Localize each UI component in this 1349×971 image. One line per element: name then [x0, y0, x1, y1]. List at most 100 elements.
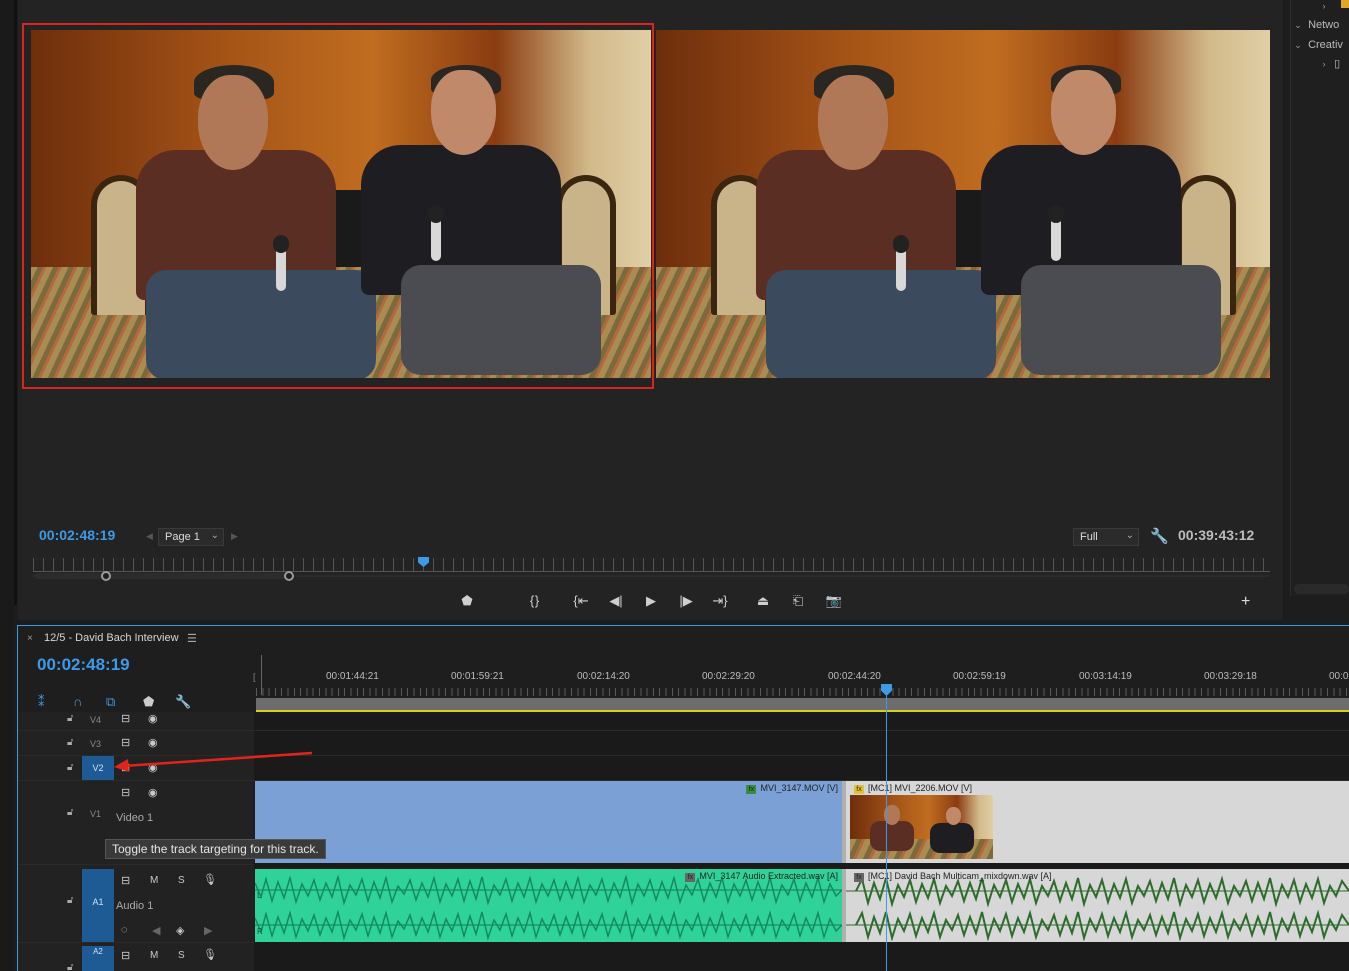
lift-icon[interactable]: ⏏	[752, 592, 774, 610]
next-keyframe-icon[interactable]: ▶	[204, 924, 212, 937]
fx-badge: fx	[746, 785, 757, 794]
chevron-right-icon[interactable]: ›	[1317, 1, 1331, 11]
sync-lock-icon[interactable]: ⊟	[121, 874, 130, 887]
video-clip[interactable]: fx MVI_3147.MOV [V]	[255, 781, 842, 863]
solo-button[interactable]: S	[178, 875, 185, 886]
track-id-v3[interactable]: V3	[90, 739, 112, 749]
go-to-in-icon[interactable]: {⇤	[570, 592, 592, 610]
lock-icon[interactable]: 🔓︎	[67, 895, 73, 906]
chevron-down-icon[interactable]: ⌄	[1291, 40, 1305, 51]
camera-icon[interactable]: 📷	[823, 592, 845, 610]
track-id-v4[interactable]: V4	[90, 715, 112, 725]
video-frame-left	[31, 30, 651, 378]
play-icon[interactable]: ▶	[640, 592, 662, 610]
playhead-timecode[interactable]: 00:02:48:19	[39, 527, 115, 543]
project-panel: › ⌄ Netwo ⌄ Creativ › ▯	[1290, 0, 1349, 596]
chevron-down-icon: ⌄	[210, 530, 219, 541]
multicam-audio-clip[interactable]: fx [MC1] David Bach Multicam_mixdown.wav …	[846, 869, 1349, 942]
audio-clip[interactable]: L fx MVI_3147 Audio Extracted.wav [A] R	[255, 869, 842, 942]
page-prev-arrow-icon[interactable]: ◀	[146, 531, 153, 542]
track-target-tooltip: Toggle the track targeting for this trac…	[105, 839, 326, 859]
close-icon[interactable]: ×	[27, 633, 33, 644]
track-name-audio1: Audio 1	[116, 900, 154, 912]
ruler-label: 00:02:14:20	[577, 671, 630, 682]
zoom-scroll-bar[interactable]	[35, 571, 294, 581]
multicam-video-clip[interactable]: fx [MC1] MVI_2206.MOV [V]	[846, 781, 1349, 863]
duration-timecode: 00:39:43:12	[1178, 527, 1255, 543]
eye-icon[interactable]: ◉	[148, 712, 158, 725]
plus-icon[interactable]: +	[1241, 593, 1250, 611]
timeline-playhead-line	[886, 696, 887, 971]
prev-keyframe-icon[interactable]: ◀	[152, 924, 160, 937]
eye-icon[interactable]: ◉	[148, 786, 158, 799]
ruler-label: 00:02:44:20	[828, 671, 881, 682]
audio-waveform-right	[255, 909, 842, 941]
extract-icon[interactable]: ⎗	[787, 592, 809, 610]
track-id-v1[interactable]: V1	[90, 809, 112, 819]
chevron-right-icon[interactable]: ›	[1317, 59, 1331, 69]
nest-toggle-icon[interactable]: ⁑	[38, 694, 45, 710]
panel-divider[interactable]	[14, 0, 17, 605]
program-monitor	[18, 0, 1283, 620]
folder-row-creative[interactable]: ⌄ Creativ	[1291, 39, 1343, 51]
microphone-icon[interactable]: 🎙︎	[203, 873, 217, 886]
volume-knob-icon[interactable]: ◌	[121, 924, 128, 936]
ruler-label: 00:03:29:18	[1204, 671, 1257, 682]
folder-row-network[interactable]: ⌄ Netwo	[1291, 19, 1339, 31]
page-select[interactable]: Page 1 ⌄	[158, 528, 224, 546]
sync-lock-icon[interactable]: ⊟	[121, 786, 130, 799]
lock-icon[interactable]: 🔓︎	[67, 737, 73, 748]
lock-icon[interactable]: 🔓︎	[67, 713, 73, 724]
microphone-icon[interactable]: 🎙︎	[203, 948, 217, 961]
track-target-a1[interactable]: A1	[82, 869, 114, 942]
resolution-select[interactable]: Full ⌄	[1073, 528, 1139, 546]
clip-label: fx MVI_3147 Audio Extracted.wav [A]	[685, 871, 838, 882]
step-back-icon[interactable]: ◀|	[605, 592, 627, 610]
chevron-down-icon[interactable]: ⌄	[1291, 20, 1305, 31]
clip-label: fx [MC1] MVI_2206.MOV [V]	[854, 783, 972, 794]
sync-lock-icon[interactable]: ⊟	[121, 949, 130, 962]
lock-icon[interactable]: 🔓︎	[67, 762, 73, 773]
page-next-arrow-icon[interactable]: ▶	[231, 531, 238, 542]
resolution-value: Full	[1080, 531, 1098, 543]
ruler-label: 00:02:29:20	[702, 671, 755, 682]
lock-icon[interactable]: 🔓︎	[67, 962, 73, 971]
snap-magnet-icon[interactable]: ∩	[73, 694, 82, 709]
mark-out-icon[interactable]: }	[526, 592, 548, 610]
monitor-time-ruler[interactable]	[33, 558, 1270, 572]
add-marker-icon[interactable]: ⬟	[143, 694, 154, 710]
ruler-label: 00:01:59:21	[451, 671, 504, 682]
solo-button[interactable]: S	[178, 950, 185, 961]
sync-lock-icon[interactable]: ⊟	[121, 712, 130, 725]
step-forward-icon[interactable]: |▶	[675, 592, 697, 610]
zoom-handle-left[interactable]	[101, 571, 111, 581]
audio-waveform-right	[846, 909, 1349, 941]
fx-badge: fx	[854, 785, 864, 794]
file-icon: ▯	[1334, 58, 1341, 70]
hamburger-menu-icon[interactable]: ☰	[187, 632, 197, 645]
clip-thumbnail	[850, 795, 993, 859]
channel-l-label: L	[257, 891, 262, 900]
track-id-a2: A2	[93, 947, 103, 956]
marker-icon[interactable]: ⬟	[456, 592, 478, 610]
go-to-out-icon[interactable]: ⇥}	[709, 592, 731, 610]
fx-badge: fx	[685, 873, 696, 882]
settings-wrench-icon[interactable]: 🔧	[1150, 527, 1169, 545]
ruler-label: 00:01:44:21	[326, 671, 379, 682]
premiere-workspace: 00:02:48:19 ◀ Page 1 ⌄ ▶ Full ⌄ 🔧 00:39:…	[0, 0, 1349, 971]
add-keyframe-icon[interactable]: ◈	[176, 924, 184, 937]
work-area-bar[interactable]	[256, 698, 1349, 710]
timeline-timecode[interactable]: 00:02:48:19	[37, 655, 130, 675]
mute-button[interactable]: M	[150, 875, 158, 886]
folder-row-child[interactable]: › ▯	[1291, 57, 1341, 70]
timeline-settings-wrench-icon[interactable]: 🔧	[175, 694, 191, 710]
folder-row[interactable]: ›	[1291, 0, 1331, 12]
panel-scrollbar[interactable]	[1294, 584, 1349, 594]
zoom-handle-right[interactable]	[284, 571, 294, 581]
sequence-tab-title[interactable]: 12/5 - David Bach Interview	[44, 632, 179, 644]
mute-button[interactable]: M	[150, 950, 158, 961]
track-target-a2[interactable]: A2	[82, 946, 114, 971]
lock-icon[interactable]: 🔓︎	[67, 807, 73, 818]
track-name-video1: Video 1	[116, 812, 154, 824]
linked-selection-icon[interactable]: ⧉	[106, 694, 115, 710]
